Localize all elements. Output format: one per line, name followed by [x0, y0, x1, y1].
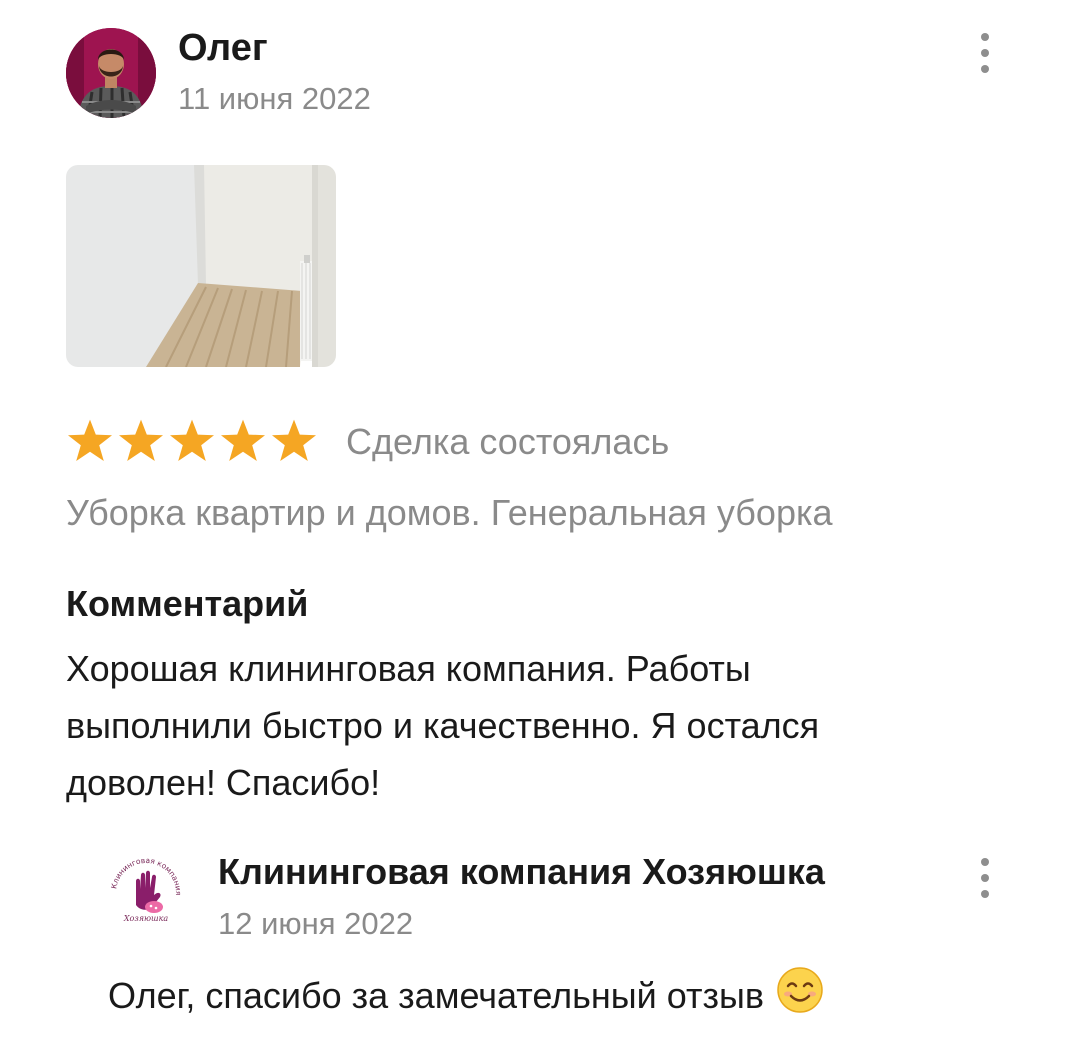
comment-line: выполнили быстро и качественно. Я осталс…: [66, 705, 820, 746]
reply-date: 12 июня 2022: [218, 906, 414, 941]
room-photo-thumbnail: [66, 165, 336, 367]
star-icon: [170, 419, 214, 461]
comment-text: Хорошая клининговая компания. Работы вып…: [66, 640, 996, 811]
author-avatar[interactable]: [66, 28, 156, 118]
logo-script-text: Хозяюшка: [123, 914, 169, 923]
review-photo[interactable]: [66, 165, 336, 367]
company-logo-icon: Клининговая компания Хозяюшка: [108, 855, 184, 931]
star-icon: [221, 419, 265, 461]
user-avatar-photo: [66, 28, 156, 118]
comment-heading: Комментарий: [66, 583, 309, 624]
star-icon: [68, 419, 112, 461]
menu-dot: [981, 33, 989, 41]
smiling-face-emoji: [776, 966, 824, 1025]
reply-message: Олег, спасибо за замечательный отзыв: [108, 974, 765, 1016]
company-logo[interactable]: Клининговая компания Хозяюшка: [106, 853, 186, 933]
rating-stars: [66, 418, 318, 464]
more-vertical-icon[interactable]: [973, 33, 997, 73]
menu-dot: [981, 874, 989, 882]
menu-dot: [981, 49, 989, 57]
review-date: 11 июня 2022: [178, 81, 371, 116]
service-category: Уборка квартир и домов. Генеральная убор…: [66, 492, 833, 533]
more-vertical-icon[interactable]: [973, 858, 997, 898]
reply-text: Олег, спасибо за замечательный отзыв: [108, 966, 824, 1025]
star-icon: [272, 419, 316, 461]
star-icon: [119, 419, 163, 461]
company-name[interactable]: Клининговая компания Хозяюшка: [218, 850, 825, 894]
menu-dot: [981, 890, 989, 898]
menu-dot: [981, 858, 989, 866]
menu-dot: [981, 65, 989, 73]
author-name[interactable]: Олег: [178, 26, 268, 70]
comment-line: Хорошая клининговая компания. Работы: [66, 648, 751, 689]
deal-status: Сделка состоялась: [346, 421, 670, 462]
comment-line: доволен! Спасибо!: [66, 762, 381, 803]
